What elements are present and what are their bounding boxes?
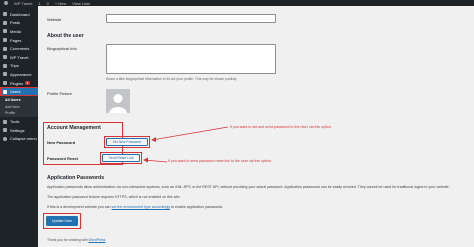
users-icon [3, 89, 7, 94]
sidebar-item-settings[interactable]: Settings [0, 126, 38, 135]
sidebar-item-appearance[interactable]: Appearance [0, 70, 38, 79]
wordpress-logo-icon[interactable] [4, 1, 8, 5]
trips-icon [3, 63, 7, 68]
wordpress-link[interactable]: WordPress [89, 238, 106, 242]
footer-credit: Thank you for creating with WordPress [47, 238, 106, 242]
admin-bar-site[interactable]: WP Travel [14, 1, 32, 6]
travel-icon [3, 55, 7, 60]
environment-type-link[interactable]: set the environment type accordingly [112, 205, 171, 209]
annotation-note-set-password: If you want to set and send password to … [230, 125, 332, 129]
application-passwords-heading: Application Passwords [47, 175, 105, 181]
wrench-icon [3, 119, 7, 124]
admin-bar-view-user[interactable]: View User [72, 1, 90, 6]
users-submenu: All Users Add New Profile [0, 95, 38, 118]
sidebar-item-dashboard[interactable]: Dashboard [0, 10, 38, 19]
plugin-update-badge: 1 [25, 81, 30, 86]
plugin-icon [3, 81, 7, 86]
media-icon [3, 29, 7, 34]
sidebar-item-comments[interactable]: Comments [0, 44, 38, 53]
annotation-arrowhead-2 [143, 157, 148, 163]
sidebar-item-posts[interactable]: Posts [0, 19, 38, 28]
annotation-arrow-1 [151, 126, 229, 141]
admin-bar-updates[interactable]: 1 [38, 1, 40, 6]
app-passwords-description: Application passwords allow authenticati… [47, 185, 450, 189]
settings-icon [3, 128, 7, 133]
dashboard-icon [3, 12, 7, 17]
collapse-icon [3, 136, 7, 141]
admin-bar-new[interactable]: + New [55, 1, 66, 6]
sidebar-item-plugins[interactable]: Plugins 1 [0, 79, 38, 88]
sidebar-item-pages[interactable]: Pages [0, 36, 38, 45]
sidebar-collapse-menu[interactable]: Collapse menu [0, 135, 38, 144]
annotation-arrowhead-1 [151, 137, 156, 142]
sidebar-item-tools[interactable]: Tools [0, 117, 38, 126]
app-passwords-https-notice: The application password feature require… [47, 195, 181, 199]
profile-form: Website About the user Biographical Info… [38, 6, 474, 247]
pin-icon [3, 20, 7, 25]
brush-icon [3, 72, 7, 77]
page-icon [3, 38, 7, 43]
annotation-note-send-reset: If you want to send password reset link … [168, 159, 272, 163]
update-user-button[interactable]: Update User [46, 216, 78, 226]
admin-sidebar: Dashboard Posts Media Pages Comments WP … [0, 6, 38, 247]
comment-icon [3, 46, 7, 51]
app-passwords-dev-notice: If this is a development website you can… [47, 205, 224, 209]
sidebar-item-users[interactable]: Users [0, 87, 38, 96]
sidebar-item-wp-travel[interactable]: WP Travel [0, 53, 38, 62]
sidebar-item-media[interactable]: Media [0, 27, 38, 36]
submenu-profile[interactable]: Profile [0, 110, 38, 117]
sidebar-item-trips[interactable]: Trips [0, 62, 38, 71]
admin-bar-comments[interactable]: 0 [47, 1, 49, 6]
